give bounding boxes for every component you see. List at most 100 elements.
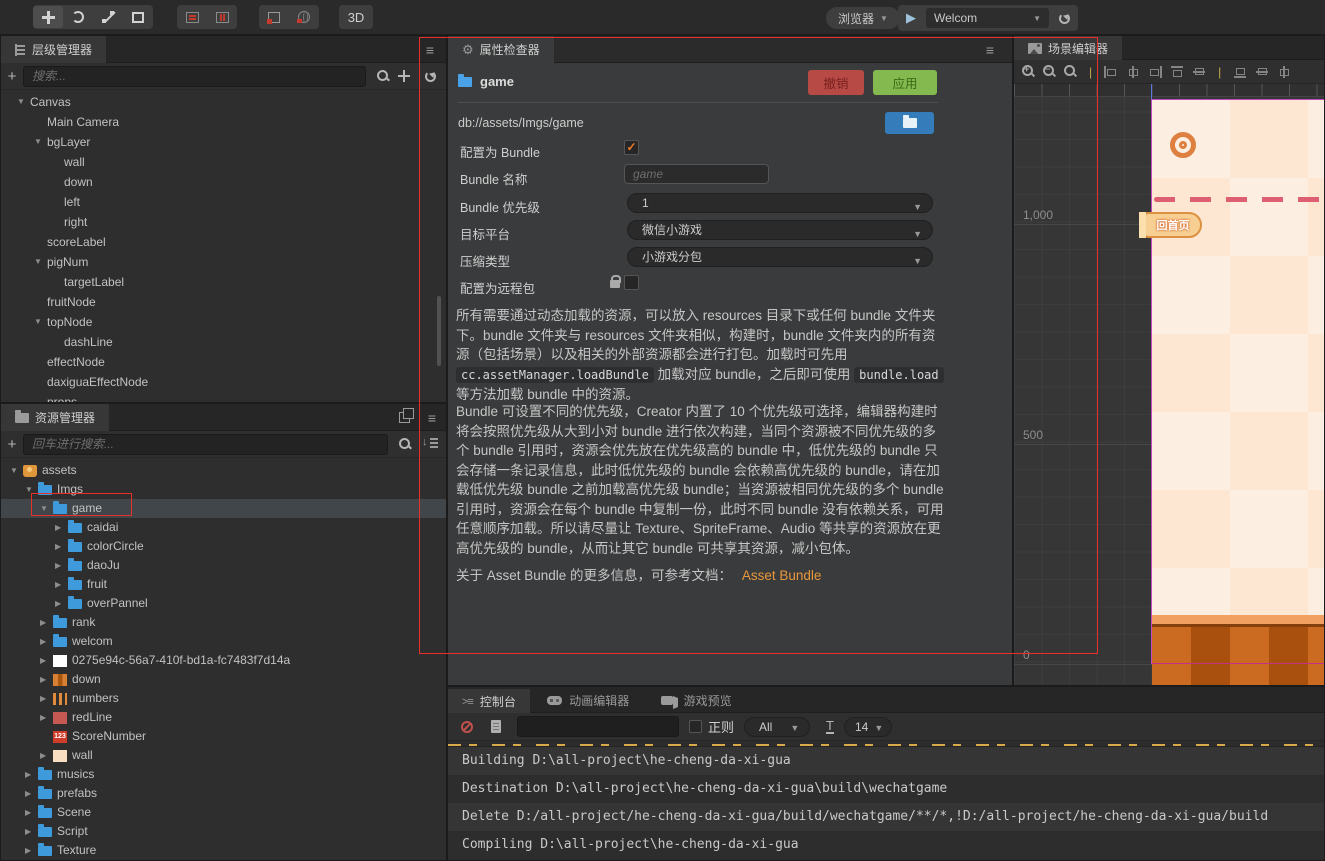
asset-row[interactable]: ▶ wall: [1, 746, 446, 765]
align-bottom-icon[interactable]: [1233, 66, 1247, 78]
hierarchy-node-row[interactable]: targetLabel: [1, 272, 446, 292]
pivot-toggle-button[interactable]: [177, 6, 207, 28]
revert-button[interactable]: 撤销: [808, 70, 864, 95]
console-log-line[interactable]: Destination D:\all-project\he-cheng-da-x…: [448, 775, 1324, 803]
asset-row[interactable]: ▶ caidai: [1, 518, 446, 537]
assets-search-input[interactable]: [23, 433, 388, 455]
caret-right-icon[interactable]: ▶: [55, 575, 68, 594]
hierarchy-node-row[interactable]: fruitNode: [1, 292, 446, 312]
remote-checkbox[interactable]: [624, 275, 639, 290]
scene-canvas[interactable]: 1,000 500 0 0 回首页: [1014, 84, 1324, 685]
asset-row[interactable]: ▶ daoJu: [1, 556, 446, 575]
asset-row[interactable]: 123 ScoreNumber: [1, 727, 446, 746]
asset-row[interactable]: ▼ assets: [1, 461, 446, 480]
asset-row[interactable]: ▶ rank: [1, 613, 446, 632]
asset-row[interactable]: ▼ Imgs: [1, 480, 446, 499]
asset-row[interactable]: ▶ fruit: [1, 575, 446, 594]
asset-row[interactable]: ▶ redLine: [1, 708, 446, 727]
caret-down-icon[interactable]: ▼: [34, 132, 47, 152]
caret-down-icon[interactable]: ▼: [40, 499, 53, 518]
caret-down-icon[interactable]: ▼: [34, 312, 47, 332]
hierarchy-node-row[interactable]: right: [1, 212, 446, 232]
asset-row[interactable]: ▶ down: [1, 670, 446, 689]
asset-row[interactable]: ▶ 0275e94c-56a7-410f-bd1a-fc7483f7d14a: [1, 651, 446, 670]
caret-down-icon[interactable]: ▼: [25, 480, 38, 499]
layout-icon[interactable]: [399, 408, 414, 423]
hierarchy-node-row[interactable]: ▼ pigNum: [1, 252, 446, 272]
align-middle-icon[interactable]: [1192, 66, 1206, 78]
caret-right-icon[interactable]: ▶: [55, 594, 68, 613]
caret-right-icon[interactable]: ▶: [25, 822, 38, 841]
caret-down-icon[interactable]: ▼: [10, 461, 23, 480]
local-coord-button[interactable]: [259, 6, 289, 28]
caret-right-icon[interactable]: ▶: [40, 651, 53, 670]
hierarchy-node-row[interactable]: down: [1, 172, 446, 192]
tab-console[interactable]: >≡ 控制台: [448, 688, 530, 715]
search-icon[interactable]: [376, 69, 390, 83]
compression-select[interactable]: 小游戏分包 ▼: [627, 247, 933, 267]
inspector-menu-icon[interactable]: ≡: [986, 42, 994, 58]
asset-row[interactable]: ▶ colorCircle: [1, 537, 446, 556]
hierarchy-refresh-icon[interactable]: [425, 70, 436, 82]
caret-right-icon[interactable]: ▶: [40, 708, 53, 727]
is-bundle-checkbox[interactable]: ✓: [624, 140, 639, 155]
hierarchy-menu-icon[interactable]: ≡: [426, 42, 434, 58]
font-size-icon[interactable]: T: [826, 719, 834, 734]
caret-right-icon[interactable]: ▶: [25, 784, 38, 803]
log-level-select[interactable]: All ▼: [744, 716, 811, 737]
rect-tool-button[interactable]: [123, 6, 153, 28]
regex-checkbox[interactable]: [689, 720, 702, 733]
asset-row[interactable]: ▶ Texture: [1, 841, 446, 860]
caret-right-icon[interactable]: ▶: [40, 746, 53, 765]
caret-right-icon[interactable]: ▶: [55, 518, 68, 537]
asset-row[interactable]: ▶ numbers: [1, 689, 446, 708]
asset-row[interactable]: ▶ musics: [1, 765, 446, 784]
add-asset-button[interactable]: +: [1, 436, 23, 453]
hierarchy-node-row[interactable]: ▼ Canvas: [1, 92, 446, 112]
move-tool-button[interactable]: [33, 6, 63, 28]
platform-select[interactable]: 微信小游戏 ▼: [627, 220, 933, 240]
tab-hierarchy[interactable]: 层级管理器: [1, 36, 107, 63]
game-scene-view[interactable]: 0: [1151, 99, 1324, 681]
hierarchy-node-row[interactable]: scoreLabel: [1, 232, 446, 252]
refresh-preview-icon[interactable]: [1059, 12, 1070, 24]
caret-down-icon[interactable]: ▼: [17, 92, 30, 112]
hierarchy-node-row[interactable]: Main Camera: [1, 112, 446, 132]
world-coord-button[interactable]: [289, 6, 319, 28]
assets-menu-icon[interactable]: ≡: [428, 410, 436, 426]
caret-right-icon[interactable]: ▶: [25, 765, 38, 784]
preview-target-select[interactable]: Welcom ▼: [926, 8, 1049, 28]
console-log-line[interactable]: Building D:\all-project\he-cheng-da-xi-g…: [448, 747, 1324, 775]
play-button[interactable]: ▶: [906, 10, 916, 26]
distribute-v-icon[interactable]: [1277, 65, 1291, 78]
align-top-icon[interactable]: [1170, 65, 1184, 78]
console-log-line[interactable]: Compiling D:\all-project\he-cheng-da-xi-…: [448, 831, 1324, 859]
asset-row[interactable]: ▶ prefabs: [1, 784, 446, 803]
open-folder-button[interactable]: [885, 112, 934, 134]
browser-select[interactable]: 浏览器 ▼: [826, 7, 900, 29]
align-center-icon[interactable]: [1126, 65, 1140, 78]
add-node-button[interactable]: +: [1, 68, 23, 85]
asset-row[interactable]: ▶ welcom: [1, 632, 446, 651]
distribute-h-icon[interactable]: [1255, 66, 1269, 78]
tab-scene[interactable]: 场景编辑器: [1014, 36, 1123, 60]
console-log-line[interactable]: Delete D:/all-project/he-cheng-da-xi-gua…: [448, 803, 1324, 831]
apply-button[interactable]: 应用: [873, 70, 937, 95]
tab-inspector[interactable]: ⚙ 属性检查器: [448, 36, 554, 63]
3d-toggle-button[interactable]: 3D: [339, 5, 373, 29]
caret-right-icon[interactable]: ▶: [40, 689, 53, 708]
align-right-icon[interactable]: [1148, 65, 1163, 78]
zoom-in-icon[interactable]: +: [1022, 64, 1035, 78]
asset-row[interactable]: ▶ Scene: [1, 803, 446, 822]
console-filter-input[interactable]: [517, 716, 679, 737]
locate-node-icon[interactable]: [398, 70, 410, 82]
zoom-out-icon[interactable]: −: [1043, 64, 1056, 78]
zoom-reset-icon[interactable]: [1064, 65, 1077, 78]
hierarchy-node-row[interactable]: ▼ bgLayer: [1, 132, 446, 152]
caret-right-icon[interactable]: ▶: [40, 632, 53, 651]
caret-right-icon[interactable]: ▶: [40, 670, 53, 689]
caret-down-icon[interactable]: ▼: [34, 252, 47, 272]
caret-right-icon[interactable]: ▶: [25, 803, 38, 822]
hierarchy-node-row[interactable]: left: [1, 192, 446, 212]
align-left-icon[interactable]: [1104, 65, 1118, 78]
